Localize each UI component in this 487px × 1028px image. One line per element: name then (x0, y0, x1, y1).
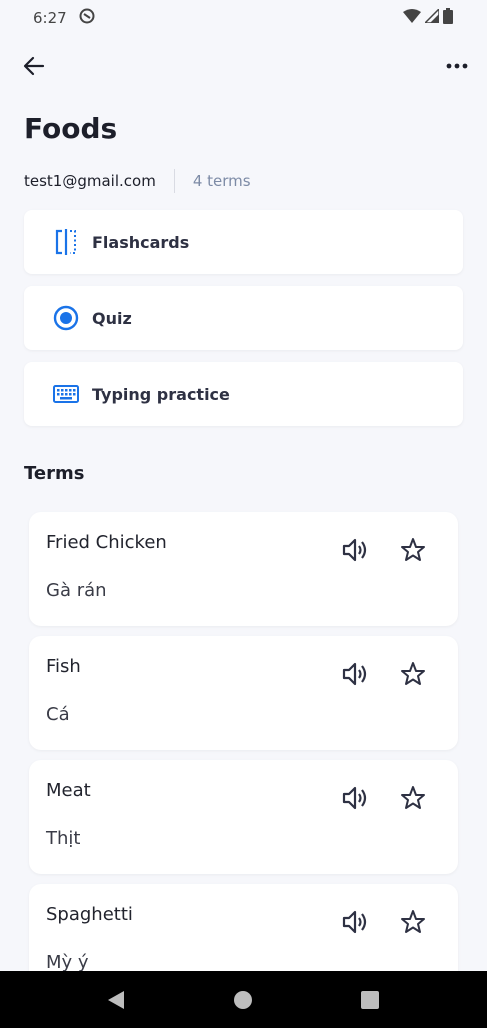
nav-back-button[interactable] (96, 980, 136, 1020)
set-meta: test1@gmail.com 4 terms (24, 168, 251, 194)
star-icon[interactable] (399, 660, 427, 688)
app-bar (0, 46, 487, 86)
system-nav-bar (0, 971, 487, 1028)
star-icon[interactable] (399, 908, 427, 936)
meta-divider (173, 169, 175, 193)
battery-icon (443, 8, 453, 28)
star-icon[interactable] (399, 536, 427, 564)
quiz-label: Quiz (92, 308, 132, 328)
terms-section-title: Terms (24, 463, 85, 484)
at-sign-icon (79, 8, 95, 28)
definition-text: Gà rán (46, 580, 107, 601)
flashcards-mode-button[interactable]: Flashcards (24, 210, 463, 274)
definition-text: Mỳ ý (46, 952, 89, 973)
term-card: Fish Cá (29, 636, 458, 750)
arrow-back-icon (23, 56, 45, 76)
term-text: Fried Chicken (46, 532, 167, 553)
definition-text: Thịt (46, 828, 81, 849)
triangle-back-icon (108, 990, 124, 1009)
radio-selected-icon (53, 305, 79, 331)
nav-home-button[interactable] (223, 980, 263, 1020)
quiz-mode-button[interactable]: Quiz (24, 286, 463, 350)
more-horizontal-icon (446, 63, 468, 69)
more-options-button[interactable] (443, 52, 471, 80)
status-bar: 6:27 (0, 0, 487, 36)
speaker-icon[interactable] (341, 660, 369, 688)
wifi-icon (403, 9, 421, 27)
speaker-icon[interactable] (341, 784, 369, 812)
typing-practice-label: Typing practice (92, 384, 230, 404)
typing-practice-mode-button[interactable]: Typing practice (24, 362, 463, 426)
flashcards-label: Flashcards (92, 232, 190, 252)
term-card: Meat Thịt (29, 760, 458, 874)
star-icon[interactable] (399, 784, 427, 812)
circle-home-icon (234, 990, 252, 1009)
nav-recents-button[interactable] (350, 980, 390, 1020)
keyboard-icon (53, 381, 79, 407)
speaker-icon[interactable] (341, 908, 369, 936)
square-recents-icon (361, 990, 379, 1009)
owner-email: test1@gmail.com (24, 172, 156, 190)
definition-text: Cá (46, 704, 70, 725)
status-time: 6:27 (33, 9, 67, 27)
status-right (403, 7, 453, 28)
back-button[interactable] (20, 52, 48, 80)
page-title: Foods (24, 112, 118, 145)
flashcards-icon (53, 229, 79, 255)
speaker-icon[interactable] (341, 536, 369, 564)
term-text: Meat (46, 780, 91, 801)
status-left: 6:27 (33, 8, 95, 28)
term-count: 4 terms (192, 172, 251, 190)
term-text: Fish (46, 656, 81, 677)
term-card: Fried Chicken Gà rán (29, 512, 458, 626)
term-text: Spaghetti (46, 904, 133, 925)
signal-icon (423, 7, 440, 27)
